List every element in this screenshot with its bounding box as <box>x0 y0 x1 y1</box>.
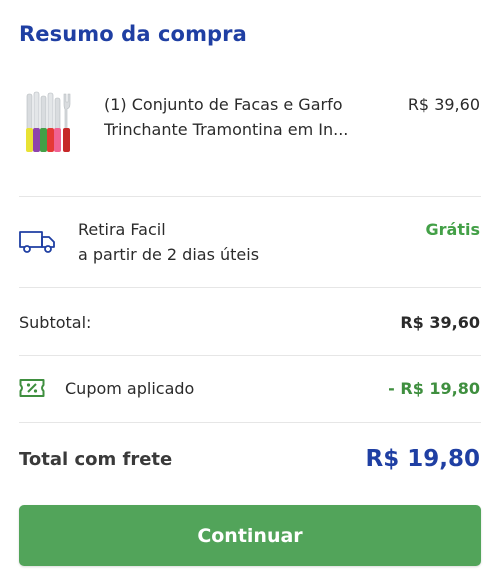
coupon-percent-icon <box>19 379 45 397</box>
knife-set-thumbnail <box>26 91 71 152</box>
product-item[interactable]: (1) Conjunto de Facas e Garfo Trinchante… <box>0 84 500 194</box>
product-name-line2: Trinchante Tramontina em In... <box>104 120 349 139</box>
coupon-label: Cupom aplicado <box>65 379 195 398</box>
divider <box>19 287 481 288</box>
divider <box>19 355 481 356</box>
shipping-info: Retira Facil a partir de 2 dias úteis <box>78 217 259 267</box>
shipping-price: Grátis <box>425 220 480 239</box>
product-price: R$ 39,60 <box>407 95 480 114</box>
subtotal-value: R$ 39,60 <box>400 313 480 332</box>
product-name[interactable]: (1) Conjunto de Facas e Garfo Trinchante… <box>104 92 366 142</box>
coupon-value: - R$ 19,80 <box>388 379 480 398</box>
shipping-method: Retira Facil <box>78 220 166 239</box>
truck-icon <box>19 231 55 253</box>
shipping-eta: a partir de 2 dias úteis <box>78 245 260 264</box>
subtotal-label: Subtotal: <box>19 313 92 332</box>
total-label: Total com frete <box>19 449 173 470</box>
divider <box>19 196 481 197</box>
page-title: Resumo da compra <box>19 22 247 46</box>
order-summary-screen: Resumo da compra (1) Conjunto de Facas e… <box>0 0 500 581</box>
divider <box>19 422 481 423</box>
product-name-line1: (1) Conjunto de Facas e Garfo <box>104 95 343 114</box>
continue-button[interactable]: Continuar <box>19 505 481 566</box>
total-value: R$ 19,80 <box>365 446 480 472</box>
